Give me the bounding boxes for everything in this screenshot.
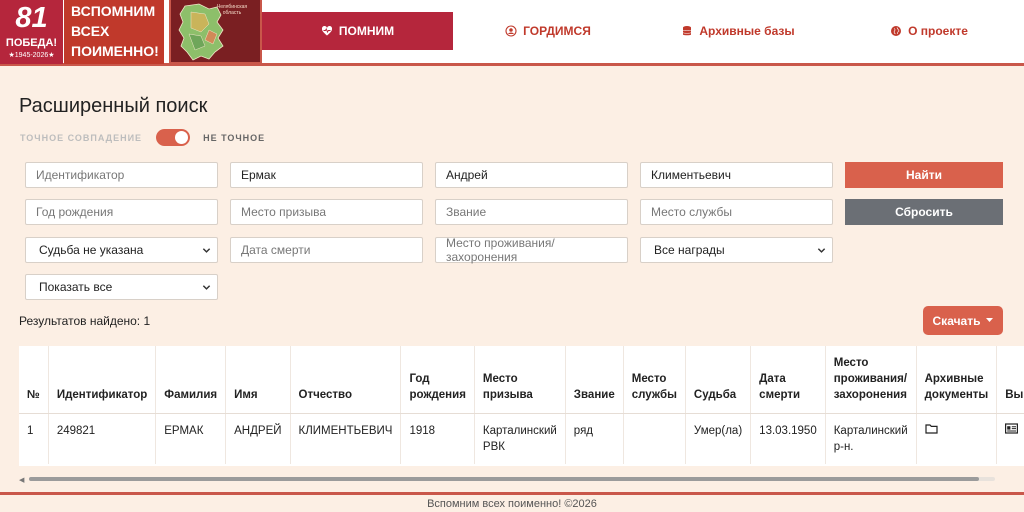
nav-about-label: О проекте <box>908 24 968 38</box>
map-caption: Челябинская область <box>216 4 248 16</box>
fate-select[interactable]: Судьба не указана <box>25 237 218 263</box>
col-birth-year[interactable]: Год рождения <box>400 346 475 414</box>
find-button[interactable]: Найти <box>845 162 1003 188</box>
cell-identifier: 249821 <box>48 413 157 464</box>
awards-select-value: Все награды <box>654 243 725 257</box>
cell-number: 1 <box>19 413 49 464</box>
caret-down-icon <box>986 318 994 322</box>
cell-surname: ЕРМАК <box>155 413 227 464</box>
birth-year-input[interactable]: Год рождения <box>25 199 218 225</box>
nav-archive-databases-label: Архивные базы <box>699 24 795 38</box>
exact-match-label: ТОЧНОЕ СОВПАДЕНИЕ <box>20 132 143 143</box>
cell-fate: Умер(ла) <box>685 413 752 464</box>
match-mode-toggle-row: ТОЧНОЕ СОВПАДЕНИЕ НЕ ТОЧНОЕ <box>20 129 265 146</box>
col-archive-documents[interactable]: Архивные документы <box>916 346 998 414</box>
region-map-image: Челябинская область <box>169 0 262 64</box>
col-rank[interactable]: Звание <box>565 346 624 414</box>
site-footer: Вспомним всех поименно! ©2026 <box>0 492 1024 512</box>
chevron-down-icon <box>817 247 826 253</box>
nav-proud-label: ГОРДИМСЯ <box>523 24 591 38</box>
slogan-line-3: ПОИМЕННО! <box>71 43 159 59</box>
database-icon <box>683 26 692 36</box>
col-service-place[interactable]: Место службы <box>623 346 686 414</box>
download-button[interactable]: Скачать <box>923 306 1003 335</box>
page-title: Расширенный поиск <box>19 95 208 117</box>
col-identifier[interactable]: Идентификатор <box>48 346 157 414</box>
death-date-input[interactable]: Дата смерти <box>230 237 423 263</box>
cell-name: АНДРЕЙ <box>225 413 291 464</box>
download-button-label: Скачать <box>932 313 981 328</box>
slogan-line-1: ВСПОМНИМ <box>71 3 156 19</box>
cell-rank: ряд <box>565 413 624 464</box>
cell-draft-place: Карталинский РВК <box>474 413 566 464</box>
identifier-input[interactable]: Идентификатор <box>25 162 218 188</box>
site-logo-slogan[interactable]: ВСПОМНИМ ВСЕХ ПОИМЕННО! <box>64 0 164 64</box>
surname-input[interactable]: Ермак <box>230 162 423 188</box>
col-patronymic[interactable]: Отчество <box>290 346 402 414</box>
col-residence-burial[interactable]: Место проживания/ захоронения <box>825 346 917 414</box>
col-extract[interactable]: Вып <box>996 346 1024 414</box>
show-select[interactable]: Показать все <box>25 274 218 300</box>
nav-remember[interactable]: ПОМНИМ <box>262 12 453 50</box>
col-number[interactable]: № <box>19 346 49 414</box>
table-horizontal-scrollbar[interactable]: ◀ <box>19 474 1004 484</box>
cell-birth-year: 1918 <box>400 413 475 464</box>
draft-place-input[interactable]: Место призыва <box>230 199 423 225</box>
col-surname[interactable]: Фамилия <box>155 346 227 414</box>
victory-81-badge[interactable]: 81 ПОБЕДА! ★1945-2026★ <box>0 0 63 64</box>
fate-select-value: Судьба не указана <box>39 243 144 257</box>
site-header: 81 ПОБЕДА! ★1945-2026★ ВСПОМНИМ ВСЕХ ПОИ… <box>0 0 1024 66</box>
nav-remember-label: ПОМНИМ <box>338 24 395 38</box>
cell-residence-burial: Карталинский р-н. <box>825 413 917 464</box>
slogan-line-2: ВСЕХ <box>71 23 110 39</box>
cell-patronymic: КЛИМЕНТЬЕВИЧ <box>290 413 402 464</box>
globe-icon <box>891 26 902 36</box>
results-table-container: № Идентификатор Фамилия Имя Отчество Год… <box>19 346 1024 466</box>
table-row[interactable]: 1 249821 ЕРМАК АНДРЕЙ КЛИМЕНТЬЕВИЧ 1918 … <box>19 413 1024 464</box>
scrollbar-thumb[interactable] <box>29 477 979 481</box>
awards-select[interactable]: Все награды <box>640 237 833 263</box>
user-circle-icon <box>505 25 517 37</box>
reset-button[interactable]: Сбросить <box>845 199 1003 225</box>
badge-years: ★1945-2026★ <box>8 52 55 59</box>
nav-archive-databases[interactable]: Архивные базы <box>672 12 804 50</box>
chevron-down-icon <box>202 247 211 253</box>
results-count: Результатов найдено: 1 <box>19 314 151 328</box>
patronymic-input[interactable]: Климентьевич <box>640 162 833 188</box>
cell-extract <box>997 413 1024 464</box>
cell-archive-documents <box>916 413 998 464</box>
match-mode-switch[interactable] <box>156 129 191 146</box>
nav-about[interactable]: О проекте <box>880 12 978 50</box>
col-name[interactable]: Имя <box>225 346 291 414</box>
col-draft-place[interactable]: Место призыва <box>474 346 566 414</box>
rank-input[interactable]: Звание <box>435 199 628 225</box>
heart-pulse-icon <box>321 25 332 36</box>
badge-number: 81 <box>15 2 48 34</box>
scroll-left-arrow-icon[interactable]: ◀ <box>19 476 24 484</box>
folder-icon[interactable] <box>925 423 938 434</box>
table-header-row: № Идентификатор Фамилия Имя Отчество Год… <box>19 346 1024 414</box>
results-table: № Идентификатор Фамилия Имя Отчество Год… <box>19 346 1024 464</box>
nav-proud[interactable]: ГОРДИМСЯ <box>490 12 606 50</box>
col-fate[interactable]: Судьба <box>685 346 752 414</box>
badge-text: ПОБЕДА! <box>5 37 58 49</box>
cell-service-place <box>623 413 686 464</box>
show-select-value: Показать все <box>39 280 113 294</box>
name-input[interactable]: Андрей <box>435 162 628 188</box>
chevron-down-icon <box>202 284 211 290</box>
inexact-match-label: НЕ ТОЧНОЕ <box>203 132 266 143</box>
service-place-input[interactable]: Место службы <box>640 199 833 225</box>
residence-burial-input[interactable]: Место проживания/захоронения <box>435 236 628 264</box>
cell-death-date: 13.03.1950 <box>750 413 826 464</box>
id-card-icon[interactable] <box>1005 422 1019 434</box>
col-death-date[interactable]: Дата смерти <box>750 346 826 414</box>
